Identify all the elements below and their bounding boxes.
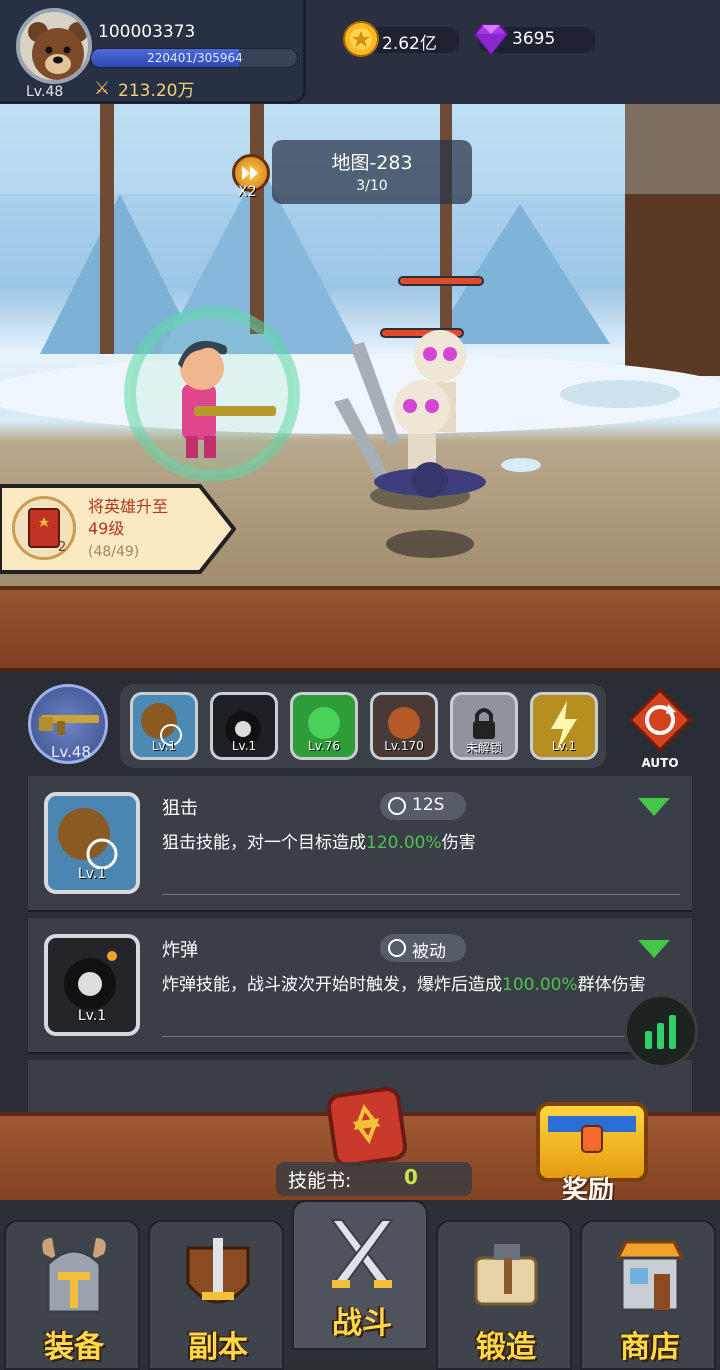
slot-level: 未解锁 (465, 741, 502, 755)
battle-scene: 地图-283 3/10 X2 2 将英雄升至49级 (48/49) (0, 104, 720, 586)
crossed-swords-icon (330, 1219, 394, 1288)
nav-label: 锻造 (476, 1330, 536, 1365)
gold-amount: 2.62亿 (382, 34, 437, 54)
desc-highlight: 100.00% (502, 975, 578, 995)
skill-description: 炸弹技能，战斗波次开始时触发，爆炸后造成100.00%群体伤害 (162, 972, 674, 999)
map-info-panel: 地图-283 3/10 (272, 140, 472, 204)
enemy-health-bar (398, 276, 484, 286)
refresh-icon (627, 687, 693, 753)
clock-icon (388, 939, 406, 957)
skill-card-bomb[interactable]: Lv.1 炸弹 被动 炸弹技能，战斗波次开始时触发，爆炸后造成100.00%群体… (28, 918, 692, 1054)
chest-lock-icon (548, 1116, 636, 1153)
skill-cooldown-badge: 被动 (380, 934, 466, 962)
skill-cooldown-badge: 12S (380, 792, 466, 820)
auto-button[interactable] (627, 687, 693, 753)
rifle-icon (39, 715, 99, 735)
desc-text: 狙击技能，对一个目标造成 (162, 833, 366, 853)
skill-name: 狙击 (162, 798, 198, 819)
sword-shield-icon (186, 1238, 250, 1304)
purple-gem-icon (473, 24, 509, 56)
gold-counter[interactable]: 2.62亿 (343, 21, 460, 57)
ice-puddle (501, 458, 541, 472)
bottom-nav: 装备 副本 战斗 锻造 商店 (0, 1200, 720, 1370)
skillbook-label: 技能书: (288, 1170, 352, 1192)
nav-label: 商店 (620, 1330, 680, 1365)
nav-tab-battle[interactable]: 战斗 (292, 1200, 428, 1350)
player-level: Lv.48 (26, 84, 64, 100)
skeleton-enemies (334, 330, 486, 498)
crossed-swords-icon: ⚔ (94, 78, 111, 99)
shop-icon (615, 1240, 685, 1312)
skill-slot-burn[interactable]: Lv.170 (370, 692, 438, 760)
nav-label: 副本 (188, 1330, 248, 1365)
quest-icon (12, 496, 76, 560)
profile-panel[interactable]: Lv.48 100003373 220401/305964 ⚔ 213.20万 (0, 0, 306, 104)
skill-slot-poison[interactable]: Lv.76 (290, 692, 358, 760)
bear-avatar-icon (28, 22, 88, 80)
slot-level: Lv.170 (384, 739, 424, 753)
gold-coin-icon (343, 21, 379, 57)
desc-text: 群体伤害 (577, 975, 646, 995)
exp-text: 220401/305964 (147, 51, 243, 65)
skill-card-icon: Lv.1 (44, 934, 140, 1036)
skill-card-level: Lv.1 (77, 1008, 107, 1024)
expand-arrow-icon[interactable] (638, 798, 670, 816)
gem-counter[interactable]: 3695 (473, 24, 596, 56)
slot-level: Lv.1 (231, 739, 257, 753)
skill-name: 炸弹 (162, 940, 198, 961)
skill-book-icon[interactable] (325, 1085, 409, 1169)
nav-tab-dungeon[interactable]: 副本 (148, 1220, 284, 1370)
skill-description: 狙击技能，对一个目标造成120.00%伤害 (162, 830, 674, 857)
skillbook-counter: 技能书: 0 (276, 1162, 472, 1196)
expand-arrow-icon[interactable] (638, 940, 670, 958)
slot-level: Lv.1 (551, 739, 577, 753)
quest-reward-count: 2 (58, 540, 67, 555)
divider (162, 1036, 680, 1037)
signal-bars-icon (645, 1015, 676, 1049)
skill-slot-sniper[interactable]: Lv.1 (130, 692, 198, 760)
nav-tab-shop[interactable]: 商店 (580, 1220, 716, 1370)
wood-divider (0, 586, 720, 672)
gem-amount: 3695 (512, 29, 556, 49)
quest-progress: (48/49) (88, 544, 140, 560)
skill-slot-locked[interactable]: 未解锁 (450, 692, 518, 760)
nav-tab-forge[interactable]: 锻造 (436, 1220, 572, 1370)
weapon-level: Lv.48 (51, 743, 91, 761)
desc-text: 炸弹技能，战斗波次开始时触发，爆炸后造成 (162, 975, 502, 995)
nav-label: 装备 (44, 1330, 104, 1365)
skill-card-icon: Lv.1 (44, 792, 140, 894)
desc-highlight: 120.00% (366, 833, 442, 853)
skill-cooldown: 12S (412, 795, 445, 815)
player-id: 100003373 (98, 22, 196, 42)
auto-label: AUTO (641, 756, 679, 770)
skill-card-sniper[interactable]: Lv.1 狙击 12S 狙击技能，对一个目标造成120.00%伤害 (28, 776, 692, 912)
clock-icon (388, 797, 406, 815)
weapon-slot[interactable]: Lv.48 (28, 684, 108, 764)
speed-multiplier: X2 (238, 184, 257, 200)
skill-slot-bomb[interactable]: Lv.1 (210, 692, 278, 760)
nav-tab-equip[interactable]: 装备 (4, 1220, 140, 1370)
desc-text: 伤害 (441, 833, 476, 853)
helmet-icon (42, 1238, 106, 1314)
divider (162, 894, 680, 895)
quest-text: 将英雄升至49级 (88, 497, 169, 538)
hexagram-icon (352, 1104, 381, 1144)
hero-character (124, 306, 300, 482)
quest-banner[interactable]: 2 将英雄升至49级 (48/49) (0, 484, 236, 574)
network-signal-button[interactable] (624, 994, 698, 1068)
wave-progress: 3/10 (356, 178, 388, 194)
skill-slot-lightning[interactable]: Lv.1 (530, 692, 598, 760)
skill-cooldown: 被动 (412, 942, 446, 962)
map-name: 地图-283 (331, 152, 413, 174)
slot-level: Lv.1 (151, 739, 177, 753)
nav-label: 战斗 (332, 1306, 392, 1341)
scroll-hammer-icon (474, 1244, 538, 1306)
combat-power: 213.20万 (118, 81, 195, 101)
skill-slot-bar: Lv.1 Lv.1 Lv.76 Lv.170 未解锁 Lv.1 (120, 684, 606, 768)
exp-bar: 220401/305964 (90, 48, 298, 68)
avatar[interactable] (16, 8, 92, 84)
slot-level: Lv.76 (308, 739, 340, 753)
skill-card-level: Lv.1 (77, 866, 107, 882)
skillbook-value: 0 (404, 1165, 418, 1189)
